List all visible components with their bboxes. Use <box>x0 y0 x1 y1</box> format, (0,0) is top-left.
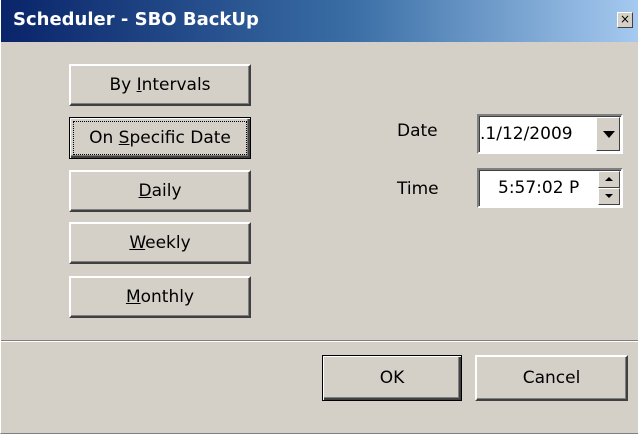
ok-label: OK <box>379 368 405 388</box>
spin-down-icon <box>605 194 613 198</box>
cancel-label: Cancel <box>522 368 581 388</box>
weekly-button[interactable]: Weekly <box>69 222 251 264</box>
weekly-label: Weekly <box>129 233 191 253</box>
monthly-label: Monthly <box>125 287 195 307</box>
scheduler-dialog: Scheduler - SBO BackUp × By Intervals On… <box>0 0 638 434</box>
cancel-button[interactable]: Cancel <box>475 355 628 401</box>
date-picker[interactable]: .1/12/2009 <box>477 114 623 154</box>
separator <box>1 340 638 342</box>
spin-up-icon <box>605 177 613 181</box>
on-specific-date-label: On Specific Date <box>89 128 231 148</box>
close-icon: × <box>619 12 631 26</box>
time-spin-down-button[interactable] <box>598 188 620 205</box>
window-title: Scheduler - SBO BackUp <box>13 9 259 30</box>
on-specific-date-button[interactable]: On Specific Date <box>69 117 251 159</box>
time-value: 5:57:02 P <box>498 178 580 198</box>
time-label: Time <box>397 179 439 199</box>
chevron-down-icon <box>603 131 615 138</box>
date-label: Date <box>397 121 438 141</box>
time-spin-up-button[interactable] <box>598 171 620 188</box>
date-value: .1/12/2009 <box>480 124 573 144</box>
time-picker[interactable]: 5:57:02 P <box>477 168 623 208</box>
date-dropdown-button[interactable] <box>596 117 620 151</box>
monthly-button[interactable]: Monthly <box>69 276 251 318</box>
daily-label: Daily <box>138 181 182 201</box>
by-intervals-label: By Intervals <box>109 75 211 95</box>
ok-button[interactable]: OK <box>322 355 462 401</box>
close-button[interactable]: × <box>617 12 633 28</box>
daily-button[interactable]: Daily <box>69 170 251 212</box>
by-intervals-button[interactable]: By Intervals <box>69 64 251 106</box>
title-bar[interactable]: Scheduler - SBO BackUp × <box>1 0 638 42</box>
